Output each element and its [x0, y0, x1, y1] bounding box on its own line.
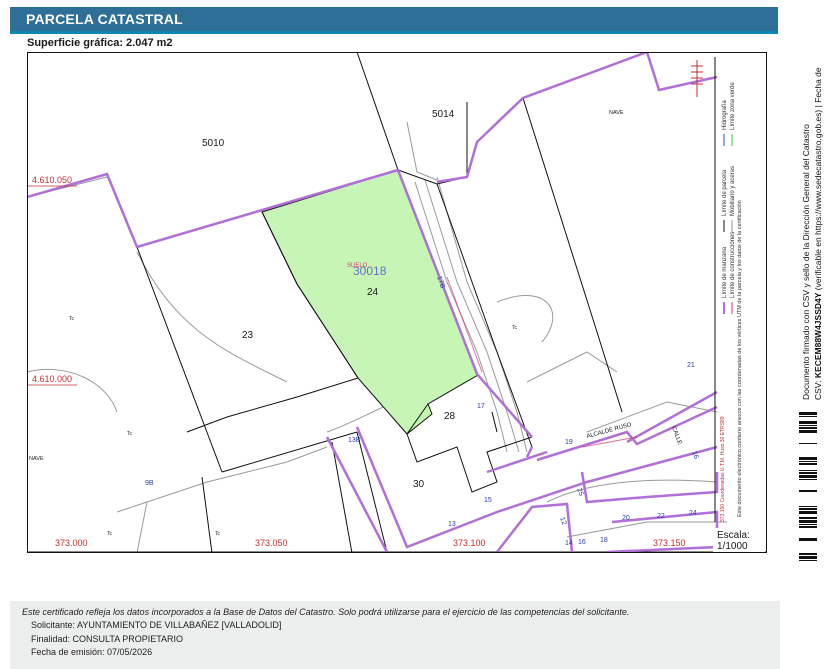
scale-value: 1/1000 [717, 541, 748, 552]
certificate-footer: Este certificado refleja los datos incor… [10, 601, 780, 669]
csv-verification-note: (verificable en https://www.sedecatastro… [813, 67, 823, 292]
svg-text:CSV: KECEM88W4JSSD4Y (verifica: CSV: KECEM88W4JSSD4Y (verificable en htt… [813, 67, 823, 400]
csv-signature-block: Documento firmado con CSV y sello de la … [801, 67, 823, 400]
signature-statement: Documento firmado con CSV y sello de la … [801, 124, 811, 400]
footer-issue-date: Fecha de emisión: 07/05/2026 [31, 647, 153, 657]
csv-code: KECEM88W4JSSD4Y [813, 292, 823, 378]
surface-area-label: Superficie gráfica: 2.047 m2 [27, 37, 173, 49]
scale-box: Escala: 1/1000 [713, 528, 765, 552]
scale-label: Escala: [717, 530, 750, 541]
csv-prefix: CSV: [813, 378, 823, 400]
footer-purpose: Finalidad: CONSULTA PROPIETARIO [31, 634, 184, 644]
map-frame [27, 52, 767, 553]
footer-applicant: Solicitante: AYUNTAMIENTO DE VILLABAÑEZ … [31, 620, 282, 630]
page-title: PARCELA CATASTRAL [26, 11, 183, 27]
barcode-icon [799, 412, 817, 561]
footer-disclaimer: Este certificado refleja los datos incor… [22, 607, 630, 617]
page-header: PARCELA CATASTRAL [10, 7, 778, 34]
